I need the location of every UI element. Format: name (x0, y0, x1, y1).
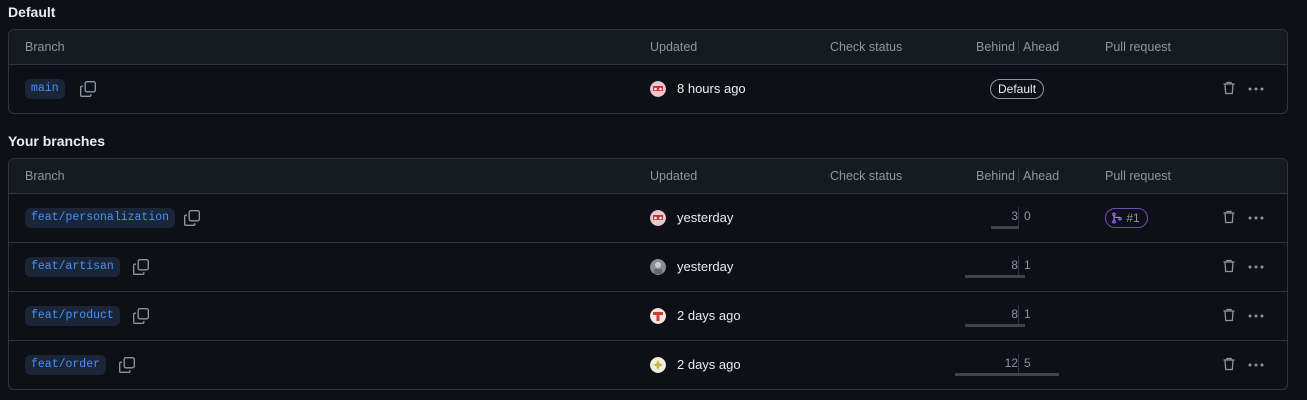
behind-count: 12 (1004, 356, 1018, 370)
table-header: Branch Updated Check status Behind Ahead… (9, 30, 1287, 65)
kebab-horizontal-icon[interactable] (1247, 356, 1265, 374)
section-title-default: Default (8, 4, 56, 20)
header-check-status: Check status (830, 40, 903, 54)
trash-icon[interactable] (1221, 80, 1237, 96)
behind-bar (965, 324, 1019, 327)
trash-icon[interactable] (1221, 209, 1237, 225)
behind-count: 8 (1011, 307, 1018, 321)
branch-link[interactable]: feat/artisan (25, 257, 120, 277)
updated-time: 2 days ago (677, 357, 741, 372)
header-branch: Branch (25, 40, 65, 54)
trash-icon[interactable] (1221, 307, 1237, 323)
behind-bar (965, 275, 1019, 278)
section-title-your-branches: Your branches (8, 133, 105, 149)
header-pull-request: Pull request (1105, 169, 1172, 183)
pull-request-link[interactable]: #1 (1105, 208, 1148, 228)
your-branches-table: Branch Updated Check status Behind Ahead… (8, 158, 1288, 390)
avatar[interactable] (650, 357, 666, 373)
avatar[interactable] (650, 308, 666, 324)
ahead-count: 5 (1024, 356, 1031, 370)
header-pull-request: Pull request (1105, 40, 1172, 54)
behind-ahead-divider (1018, 169, 1019, 183)
updated-time: yesterday (677, 259, 734, 274)
copy-icon[interactable] (118, 356, 136, 374)
ahead-bar (1019, 373, 1059, 376)
pull-request-number: #1 (1126, 211, 1140, 225)
default-branch-table: Branch Updated Check status Behind Ahead… (8, 29, 1288, 114)
table-row: feat/personalization yesterday 3 0 #1 (9, 194, 1287, 242)
git-pull-request-icon (1111, 211, 1123, 225)
trash-icon[interactable] (1221, 356, 1237, 372)
ahead-bar (1019, 324, 1025, 327)
avatar[interactable] (650, 81, 666, 97)
behind-ahead-divider (1018, 40, 1019, 54)
table-row: feat/product 2 days ago 8 1 (9, 291, 1287, 340)
behind-bar (991, 226, 1019, 229)
header-behind: Behind (976, 169, 1015, 183)
avatar[interactable] (650, 259, 666, 275)
copy-icon[interactable] (79, 80, 97, 98)
kebab-horizontal-icon[interactable] (1247, 258, 1265, 276)
header-ahead: Ahead (1023, 40, 1060, 54)
header-updated: Updated (650, 169, 698, 183)
ahead-count: 1 (1024, 307, 1031, 321)
kebab-horizontal-icon[interactable] (1247, 307, 1265, 325)
updated-time: 2 days ago (677, 308, 741, 323)
table-row: main 8 hours ago Default (9, 65, 1287, 113)
ahead-bar (1019, 275, 1025, 278)
behind-bar (955, 373, 1019, 376)
branch-link[interactable]: feat/order (25, 355, 107, 375)
behind-count: 3 (1011, 209, 1018, 223)
header-branch: Branch (25, 169, 65, 183)
header-behind: Behind (976, 40, 1015, 54)
copy-icon[interactable] (132, 258, 150, 276)
avatar[interactable] (650, 210, 666, 226)
header-ahead: Ahead (1023, 169, 1060, 183)
table-row: feat/artisan yesterday 8 1 (9, 242, 1287, 291)
table-row: feat/order 2 days ago 12 5 (9, 340, 1287, 389)
table-header: Branch Updated Check status Behind Ahead… (9, 159, 1287, 194)
kebab-horizontal-icon[interactable] (1247, 209, 1265, 227)
ahead-count: 0 (1024, 209, 1031, 223)
behind-count: 8 (1011, 258, 1018, 272)
branch-link[interactable]: main (25, 79, 65, 99)
copy-icon[interactable] (183, 209, 201, 227)
copy-icon[interactable] (132, 307, 150, 325)
header-check-status: Check status (830, 169, 903, 183)
kebab-horizontal-icon[interactable] (1247, 80, 1265, 98)
branch-link[interactable]: feat/product (25, 306, 120, 326)
ahead-count: 1 (1024, 258, 1031, 272)
updated-time: 8 hours ago (677, 81, 746, 96)
default-badge: Default (990, 79, 1045, 99)
updated-time: yesterday (677, 210, 734, 225)
branch-link[interactable]: feat/personalization (25, 208, 176, 228)
header-updated: Updated (650, 40, 698, 54)
trash-icon[interactable] (1221, 258, 1237, 274)
